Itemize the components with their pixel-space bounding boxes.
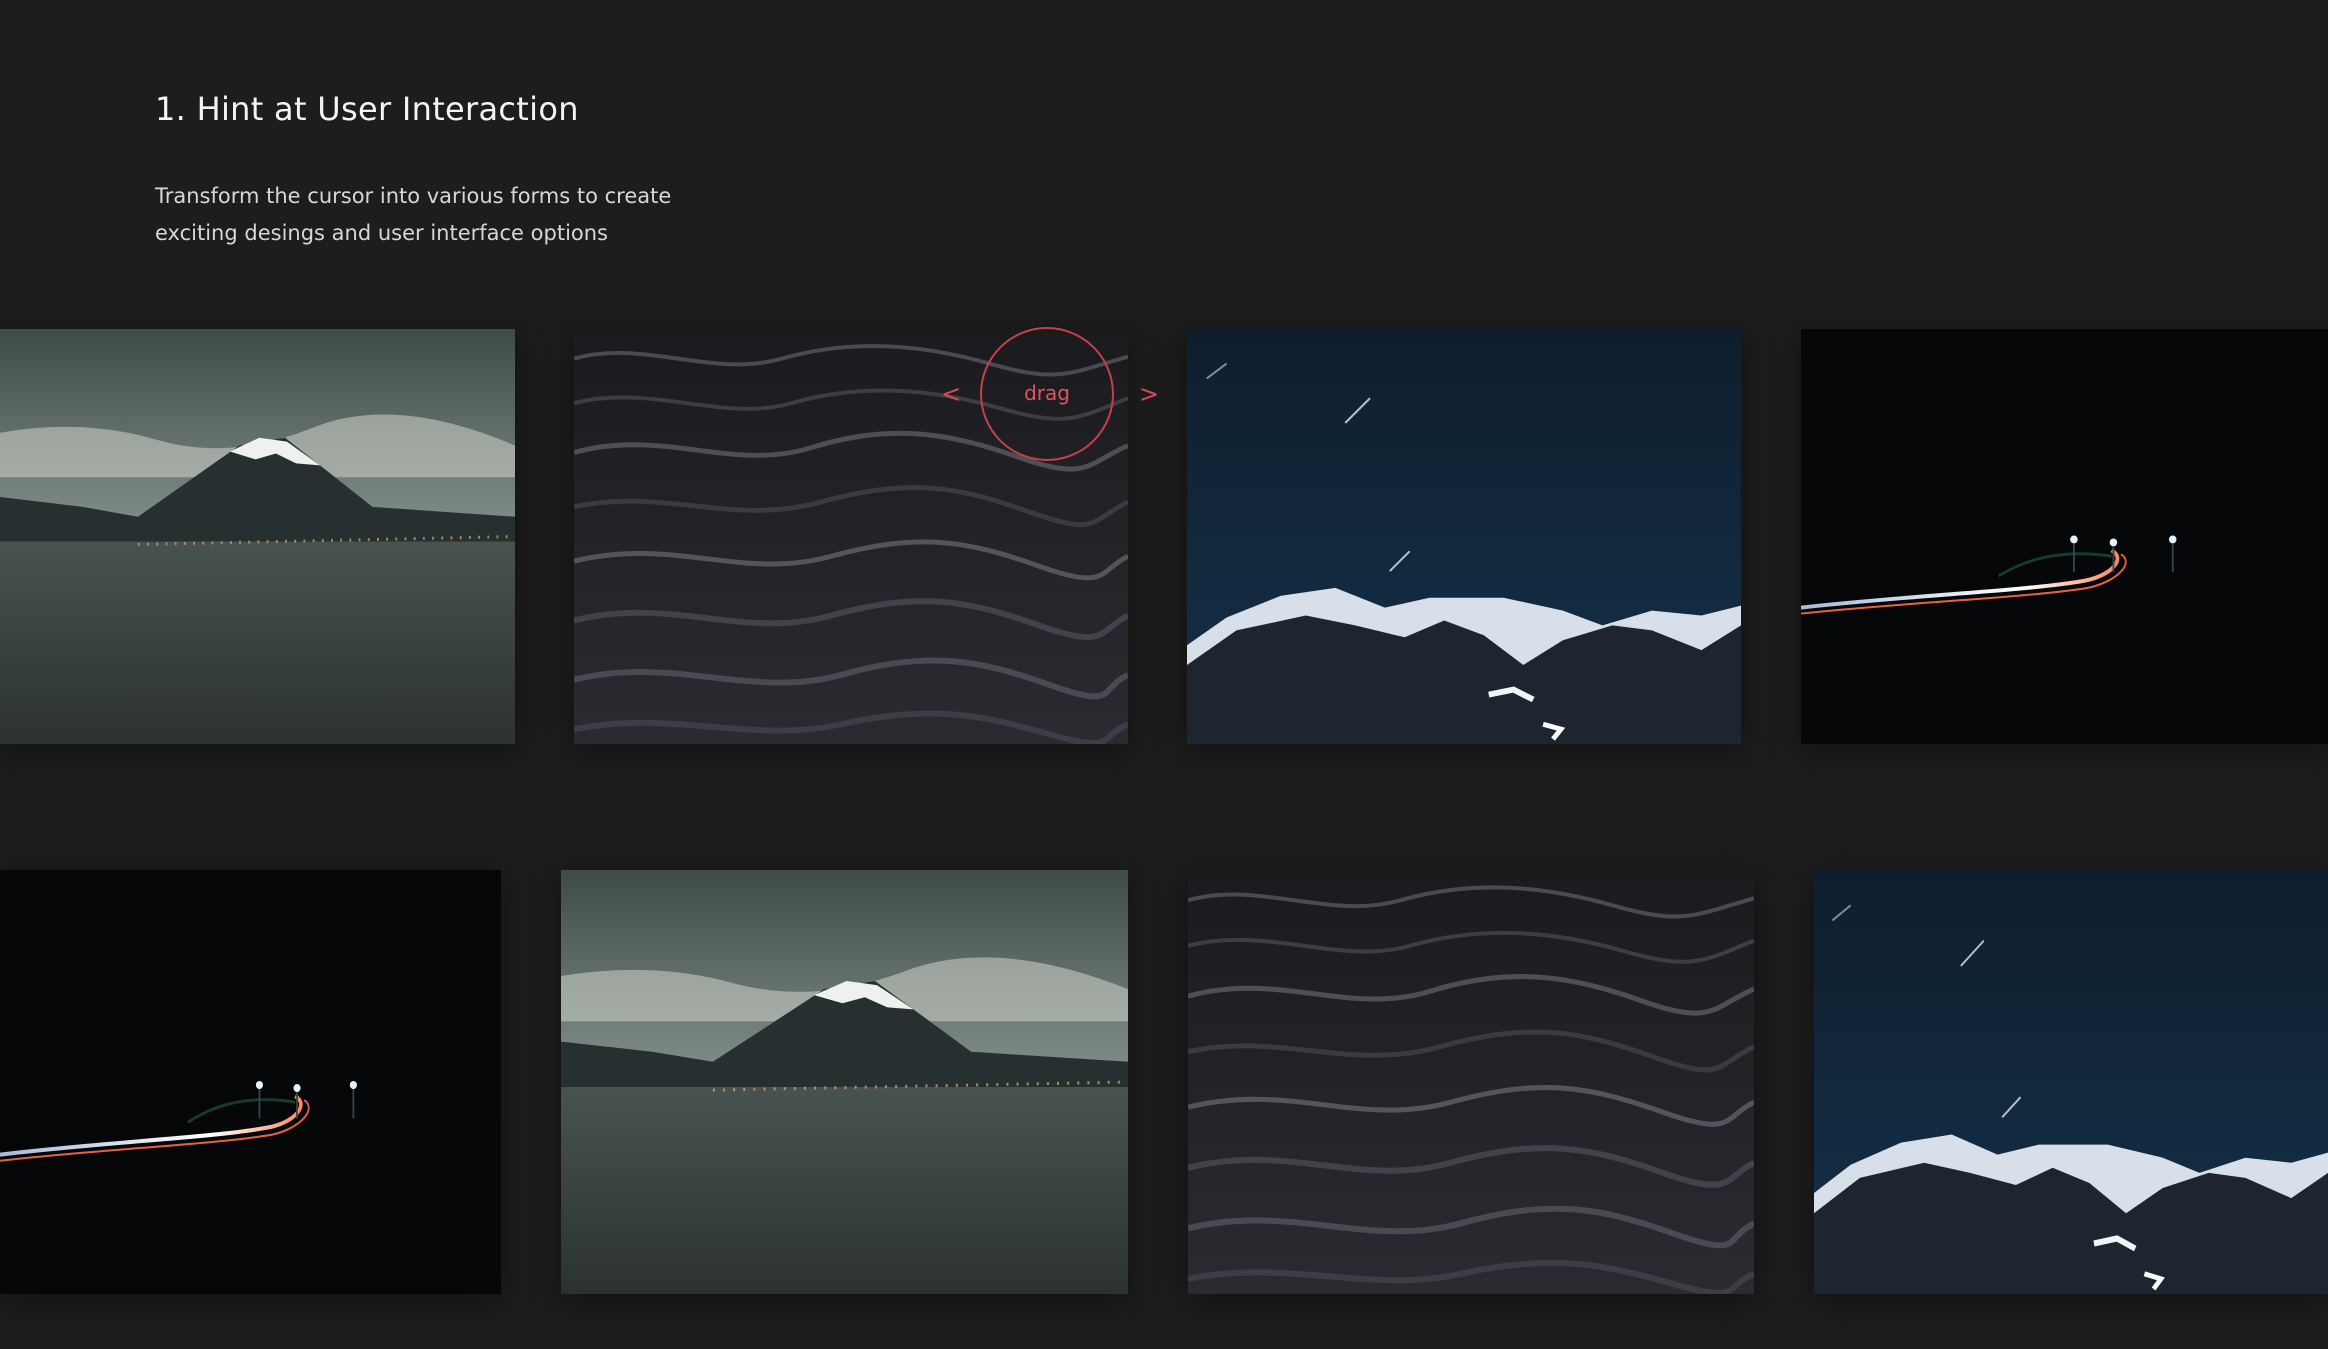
section-description: Transform the cursor into various forms … xyxy=(155,178,775,252)
drag-right-arrow-icon: > xyxy=(1139,380,1160,408)
hint-user-interaction-page: 1. Hint at User Interaction Transform th… xyxy=(0,0,2328,1349)
mount-fuji-image xyxy=(0,329,515,744)
gallery-image-night-road-row2[interactable] xyxy=(0,870,501,1294)
description-line-2: exciting desings and user interface opti… xyxy=(155,221,608,245)
snowy-mountains-image xyxy=(1814,870,2328,1294)
gallery-image-snowy-mountains[interactable] xyxy=(1187,329,1741,744)
gallery-image-snowy-mountains-row2[interactable] xyxy=(1814,870,2328,1294)
night-road-image xyxy=(0,870,501,1294)
drag-cursor-indicator[interactable]: drag xyxy=(980,327,1114,461)
gallery-image-mount-fuji-row2[interactable] xyxy=(561,870,1128,1294)
mount-fuji-image xyxy=(561,870,1128,1294)
section-title: 1. Hint at User Interaction xyxy=(155,90,579,128)
description-line-1: Transform the cursor into various forms … xyxy=(155,184,672,208)
ocean-waves-image xyxy=(1188,870,1754,1294)
drag-cursor-label: drag xyxy=(1024,381,1070,405)
gallery-image-mount-fuji[interactable] xyxy=(0,329,515,744)
snowy-mountains-image xyxy=(1187,329,1741,744)
gallery-image-ocean-waves-row2[interactable] xyxy=(1188,870,1754,1294)
night-road-image xyxy=(1801,329,2328,744)
drag-left-arrow-icon: < xyxy=(941,380,962,408)
gallery-image-night-road[interactable] xyxy=(1801,329,2328,744)
